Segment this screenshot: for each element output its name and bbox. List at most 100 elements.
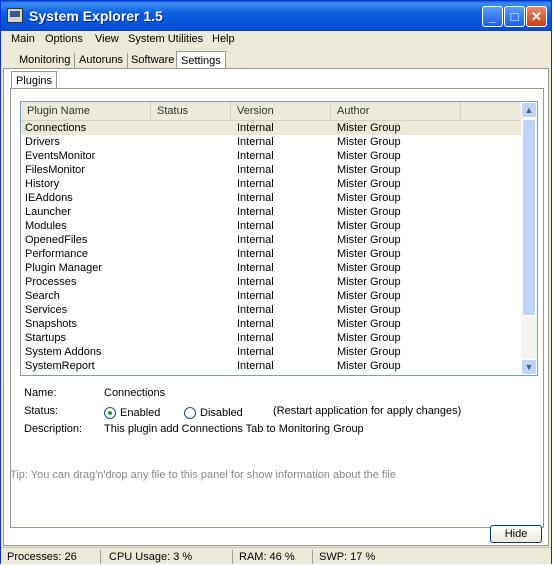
plugin-name-cell: Plugin Manager bbox=[25, 262, 103, 274]
menu-options[interactable]: Options bbox=[45, 33, 83, 45]
plugin-name-cell: Snapshots bbox=[25, 318, 77, 330]
column-version[interactable]: Version bbox=[231, 102, 331, 120]
menu-help[interactable]: Help bbox=[212, 33, 235, 45]
table-row[interactable]: Launcher Internal Mister Group bbox=[21, 205, 523, 219]
plugin-name-cell: Services bbox=[25, 304, 68, 316]
table-row[interactable]: History Internal Mister Group bbox=[21, 177, 523, 191]
author-cell: Mister Group bbox=[337, 346, 401, 358]
maximize-button[interactable]: □ bbox=[504, 6, 525, 27]
plugin-name-cell: History bbox=[25, 178, 60, 190]
table-row[interactable]: Connections Internal Mister Group bbox=[21, 121, 523, 135]
window-title: System Explorer 1.5 bbox=[29, 8, 163, 24]
author-cell: Mister Group bbox=[337, 276, 401, 288]
table-row[interactable]: Performance Internal Mister Group bbox=[21, 247, 523, 261]
plugin-name-cell: Drivers bbox=[25, 136, 60, 148]
author-cell: Mister Group bbox=[337, 164, 401, 176]
version-cell: Internal bbox=[237, 346, 274, 358]
author-cell: Mister Group bbox=[337, 290, 401, 302]
table-row[interactable]: Snapshots Internal Mister Group bbox=[21, 317, 523, 331]
version-cell: Internal bbox=[237, 290, 274, 302]
table-row[interactable]: IEAddons Internal Mister Group bbox=[21, 191, 523, 205]
author-cell: Mister Group bbox=[337, 206, 401, 218]
app-icon[interactable] bbox=[7, 8, 23, 23]
disabled-radio[interactable] bbox=[184, 407, 196, 419]
status-processes: Processes: 26 bbox=[3, 550, 101, 564]
tab-autoruns[interactable]: Autoruns bbox=[75, 53, 129, 68]
status-cpu: CPU Usage: 3 % bbox=[105, 550, 233, 564]
minimize-button[interactable]: _ bbox=[482, 6, 503, 27]
menu-view[interactable]: View bbox=[95, 33, 119, 45]
version-cell: Internal bbox=[237, 248, 274, 260]
drag-drop-tip: Tip: You can drag'n'drop any file to thi… bbox=[10, 469, 396, 481]
version-cell: Internal bbox=[237, 262, 274, 274]
main-window: System Explorer 1.5 _ □ ✕ Main Options V… bbox=[0, 0, 552, 564]
author-cell: Mister Group bbox=[337, 234, 401, 246]
author-cell: Mister Group bbox=[337, 192, 401, 204]
hide-button[interactable]: Hide bbox=[490, 525, 542, 543]
scroll-up-icon[interactable]: ▲ bbox=[521, 102, 537, 118]
author-cell: Mister Group bbox=[337, 248, 401, 260]
plugin-name-cell: Launcher bbox=[25, 206, 71, 218]
table-row[interactable]: Drivers Internal Mister Group bbox=[21, 135, 523, 149]
table-row[interactable]: FilesMonitor Internal Mister Group bbox=[21, 163, 523, 177]
version-cell: Internal bbox=[237, 192, 274, 204]
author-cell: Mister Group bbox=[337, 122, 401, 134]
table-row[interactable]: Search Internal Mister Group bbox=[21, 289, 523, 303]
table-row[interactable]: OpenedFiles Internal Mister Group bbox=[21, 233, 523, 247]
tab-monitoring[interactable]: Monitoring bbox=[15, 53, 76, 68]
table-row[interactable]: Modules Internal Mister Group bbox=[21, 219, 523, 233]
author-cell: Mister Group bbox=[337, 150, 401, 162]
vertical-scrollbar[interactable]: ▲ ▼ bbox=[521, 102, 537, 375]
title-bar[interactable]: System Explorer 1.5 _ □ ✕ bbox=[1, 1, 551, 31]
column-author[interactable]: Author bbox=[331, 102, 461, 120]
scroll-thumb[interactable] bbox=[522, 119, 536, 316]
version-cell: Internal bbox=[237, 150, 274, 162]
tab-software[interactable]: Software bbox=[127, 53, 180, 68]
menu-bar: Main Options View System Utilities Help bbox=[1, 31, 551, 50]
version-cell: Internal bbox=[237, 136, 274, 148]
column-status[interactable]: Status bbox=[151, 102, 231, 120]
author-cell: Mister Group bbox=[337, 178, 401, 190]
table-row[interactable]: Processes Internal Mister Group bbox=[21, 275, 523, 289]
plugin-name-cell: OpenedFiles bbox=[25, 234, 88, 246]
version-cell: Internal bbox=[237, 332, 274, 344]
author-cell: Mister Group bbox=[337, 360, 401, 372]
table-row[interactable]: EventsMonitor Internal Mister Group bbox=[21, 149, 523, 163]
plugin-name-cell: Search bbox=[25, 290, 60, 302]
plugin-name-cell: Connections bbox=[25, 122, 87, 134]
author-cell: Mister Group bbox=[337, 318, 401, 330]
column-plugin-name[interactable]: Plugin Name bbox=[21, 102, 151, 120]
table-row[interactable]: SystemReport Internal Mister Group bbox=[21, 359, 523, 373]
table-row[interactable]: Startups Internal Mister Group bbox=[21, 331, 523, 345]
table-row[interactable]: Services Internal Mister Group bbox=[21, 303, 523, 317]
plugin-name-cell: FilesMonitor bbox=[25, 164, 85, 176]
enabled-radio[interactable] bbox=[104, 407, 116, 419]
settings-panel: Plugins Plugin Name Status Version Autho… bbox=[3, 68, 549, 546]
version-cell: Internal bbox=[237, 164, 274, 176]
plugin-name-cell: Processes bbox=[25, 276, 77, 288]
version-cell: Internal bbox=[237, 360, 274, 372]
plugins-panel: Plugin Name Status Version Author Connec… bbox=[10, 88, 544, 528]
status-swp: SWP: 17 % bbox=[319, 551, 376, 563]
menu-main[interactable]: Main bbox=[11, 33, 35, 45]
author-cell: Mister Group bbox=[337, 220, 401, 232]
disabled-label[interactable]: Disabled bbox=[200, 407, 243, 419]
plugin-name-cell: Startups bbox=[25, 332, 66, 344]
restart-note: (Restart application for apply changes) bbox=[273, 405, 462, 417]
close-button[interactable]: ✕ bbox=[526, 6, 547, 27]
version-cell: Internal bbox=[237, 234, 274, 246]
plugin-name-cell: IEAddons bbox=[25, 192, 73, 204]
table-row[interactable]: System Addons Internal Mister Group bbox=[21, 345, 523, 359]
plugin-name-cell: Performance bbox=[25, 248, 88, 260]
status-ram: RAM: 46 % bbox=[235, 550, 313, 564]
status-bar: Processes: 26 CPU Usage: 3 % RAM: 46 % S… bbox=[1, 547, 551, 564]
table-row[interactable]: Plugin Manager Internal Mister Group bbox=[21, 261, 523, 275]
author-cell: Mister Group bbox=[337, 136, 401, 148]
scroll-down-icon[interactable]: ▼ bbox=[521, 359, 537, 375]
author-cell: Mister Group bbox=[337, 332, 401, 344]
menu-system-utilities[interactable]: System Utilities bbox=[128, 33, 203, 45]
plugins-list[interactable]: Plugin Name Status Version Author Connec… bbox=[20, 101, 538, 376]
version-cell: Internal bbox=[237, 206, 274, 218]
description-label: Description: bbox=[24, 423, 83, 435]
enabled-label[interactable]: Enabled bbox=[120, 407, 160, 419]
